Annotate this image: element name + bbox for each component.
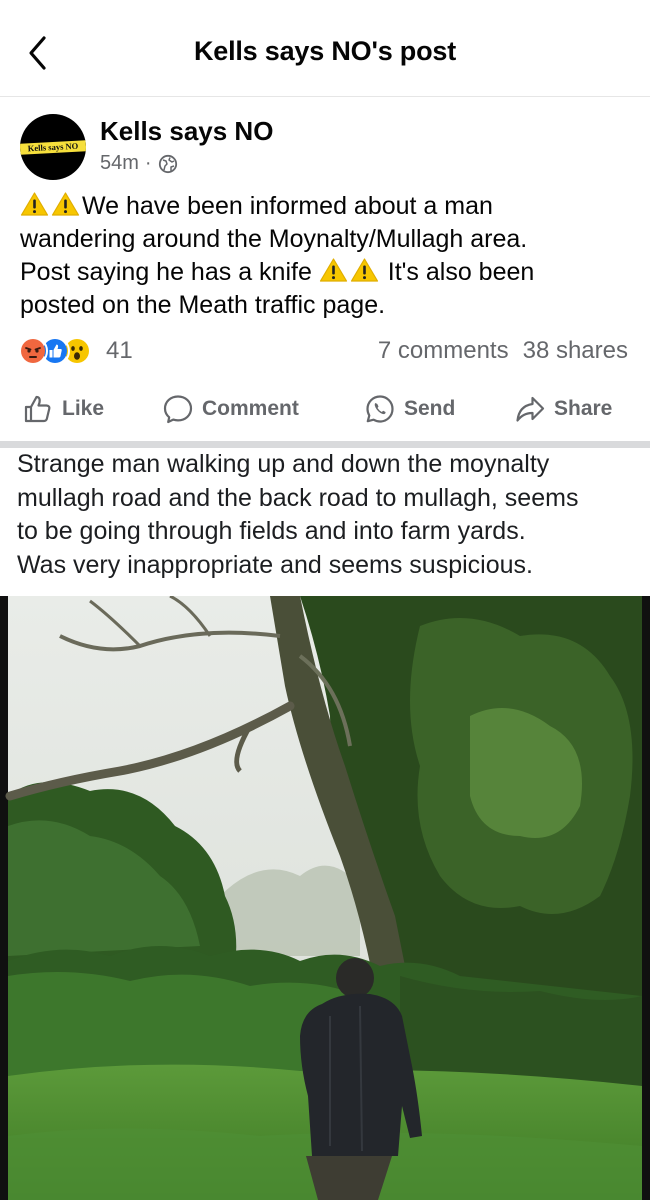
avatar-label: Kells says NO (20, 140, 86, 155)
post-text-line4: posted on the Meath traffic page. (20, 291, 386, 319)
post-text-line3a: Post saying he has a knife (20, 258, 312, 286)
share-arrow-icon (516, 396, 545, 422)
shared-text-line: mullagh road and the back road to mullag… (17, 483, 579, 512)
comment-label: Comment (202, 397, 299, 420)
globe-icon (158, 154, 177, 173)
warning-icon (20, 192, 49, 216)
reaction-count[interactable]: 41 (106, 337, 133, 365)
post-line: We have been informed about a man (20, 190, 630, 223)
top-bar: Kells says NO's post (0, 0, 650, 97)
post-photo[interactable] (0, 596, 650, 1200)
shared-text-line: Was very inappropriate and seems suspici… (17, 550, 533, 579)
warning-icon (350, 258, 378, 282)
post-text-line3b: It's also been (387, 258, 535, 286)
post-line: Post saying he has a knife It's also bee… (20, 256, 630, 289)
engagement-counts: 7 comments 38 shares (378, 337, 628, 365)
post-body: We have been informed about a man wander… (20, 190, 630, 322)
photo-scene (0, 596, 650, 1200)
angry-icon (18, 336, 48, 366)
share-count[interactable]: 38 shares (523, 337, 628, 365)
page-title: Kells says NO's post (193, 36, 457, 66)
like-button[interactable]: Like (22, 386, 104, 432)
like-label: Like (62, 397, 105, 420)
warning-icon (319, 258, 347, 282)
shared-text-line: to be going through fields and into farm… (17, 517, 526, 545)
post-meta: 54m · (100, 152, 178, 175)
warning-icon (51, 192, 80, 216)
comment-icon (163, 395, 193, 424)
action-bar: Like Comment Send Share (0, 386, 650, 432)
reaction-summary[interactable] (18, 336, 92, 366)
meta-separator: · (144, 152, 152, 174)
comment-count[interactable]: 7 comments (378, 337, 509, 365)
post-text-line1: We have been informed about a man (82, 192, 493, 220)
share-button[interactable]: Share (514, 386, 612, 432)
whatsapp-icon (366, 395, 394, 423)
shared-text-line: Strange man walking up and down the moyn… (17, 450, 550, 478)
post-author[interactable]: Kells says NO (100, 116, 273, 147)
section-divider (0, 441, 650, 448)
send-button[interactable]: Send (364, 386, 455, 432)
shared-post-text: Strange man walking up and down the moyn… (17, 448, 637, 582)
share-label: Share (554, 397, 613, 420)
comment-button[interactable]: Comment (162, 386, 299, 432)
post-text-line2: wandering around the Moynalty/Mullagh ar… (20, 225, 528, 253)
avatar[interactable]: Kells says NO (20, 114, 86, 180)
send-label: Send (404, 397, 456, 420)
post-time[interactable]: 54m (100, 152, 139, 175)
thumbs-up-icon (24, 395, 51, 423)
